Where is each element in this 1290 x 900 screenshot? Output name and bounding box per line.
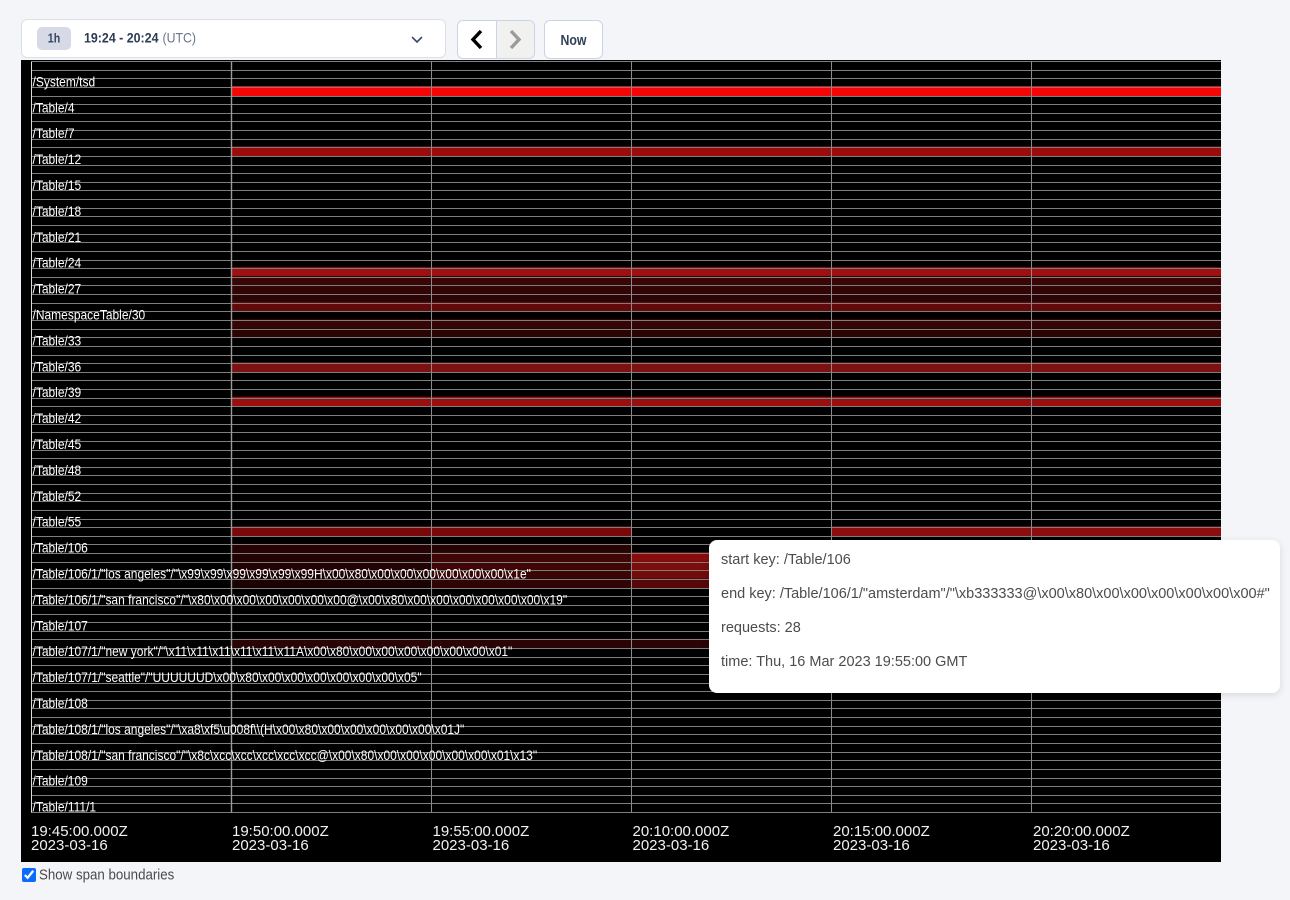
svg-text:/Table/107/1/"seattle"/"UUUUUU: /Table/107/1/"seattle"/"UUUUUUD\x00\x80\… — [33, 669, 422, 685]
svg-text:/Table/109: /Table/109 — [33, 773, 88, 789]
svg-text:/Table/18: /Table/18 — [33, 203, 82, 219]
svg-text:/Table/108: /Table/108 — [33, 695, 88, 711]
svg-text:/Table/33: /Table/33 — [33, 332, 82, 348]
svg-text:2023-03-16: 2023-03-16 — [1033, 837, 1110, 854]
svg-text:/Table/108/1/"los angeles"/"\x: /Table/108/1/"los angeles"/"\xa8\xf5\u00… — [33, 721, 465, 737]
svg-text:/Table/107/1/"new york"/"\x11\: /Table/107/1/"new york"/"\x11\x11\x11\x1… — [33, 643, 513, 659]
svg-text:/Table/106/1/"los angeles"/"\x: /Table/106/1/"los angeles"/"\x99\x99\x99… — [33, 566, 531, 582]
svg-text:/Table/4: /Table/4 — [33, 99, 75, 115]
svg-text:/Table/111/1: /Table/111/1 — [33, 799, 97, 815]
svg-text:(UTC): (UTC) — [163, 30, 197, 46]
svg-text:Now: Now — [561, 32, 587, 49]
svg-text:2023-03-16: 2023-03-16 — [232, 837, 309, 854]
svg-text:2023-03-16: 2023-03-16 — [433, 837, 510, 854]
svg-text:/Table/42: /Table/42 — [33, 410, 82, 426]
svg-text:2023-03-16: 2023-03-16 — [833, 837, 910, 854]
svg-text:/Table/7: /Table/7 — [33, 125, 75, 141]
svg-text:/Table/39: /Table/39 — [33, 384, 82, 400]
svg-text:/Table/106/1/"san francisco"/": /Table/106/1/"san francisco"/"\x80\x00\x… — [33, 591, 568, 607]
svg-text:Show span boundaries: Show span boundaries — [39, 868, 174, 884]
svg-text:/Table/36: /Table/36 — [33, 358, 82, 374]
svg-text:/Table/52: /Table/52 — [33, 488, 82, 504]
svg-text:/Table/12: /Table/12 — [33, 151, 82, 167]
svg-text:/Table/55: /Table/55 — [33, 514, 82, 530]
svg-text:/Table/24: /Table/24 — [33, 255, 82, 271]
svg-text:19:24 - 20:24: 19:24 - 20:24 — [84, 30, 159, 46]
svg-text:/Table/106: /Table/106 — [33, 540, 88, 556]
svg-text:/Table/107: /Table/107 — [33, 617, 88, 633]
svg-text:/Table/45: /Table/45 — [33, 436, 82, 452]
svg-text:/Table/21: /Table/21 — [33, 229, 82, 245]
svg-text:/System/tsd: /System/tsd — [33, 73, 96, 89]
svg-text:/NamespaceTable/30: /NamespaceTable/30 — [33, 307, 146, 323]
svg-text:2023-03-16: 2023-03-16 — [31, 837, 108, 854]
svg-text:/Table/15: /Table/15 — [33, 177, 82, 193]
svg-text:2023-03-16: 2023-03-16 — [633, 837, 710, 854]
svg-text:/Table/27: /Table/27 — [33, 281, 82, 297]
svg-text:1h: 1h — [48, 32, 60, 46]
svg-text:/Table/48: /Table/48 — [33, 462, 82, 478]
svg-text:/Table/108/1/"san francisco"/": /Table/108/1/"san francisco"/"\x8c\xcc\x… — [33, 747, 538, 763]
